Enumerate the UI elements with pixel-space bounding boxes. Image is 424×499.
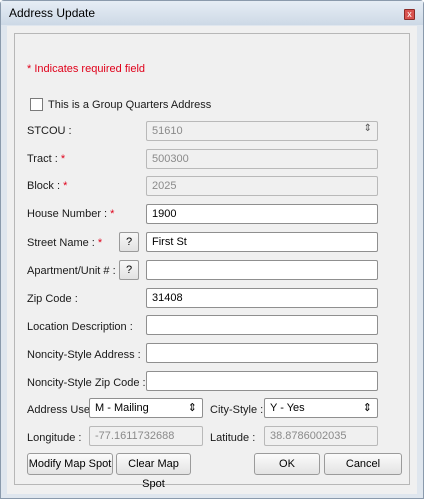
longitude-field: -77.1611732688 — [89, 426, 203, 446]
address-update-dialog: Address Update x * Indicates required fi… — [0, 0, 424, 499]
location-description-label: Location Description : — [27, 321, 133, 333]
latitude-field: 38.8786002035 — [264, 426, 378, 446]
address-use-value: M - Mailing — [95, 402, 149, 414]
cancel-button[interactable]: Cancel — [324, 453, 402, 475]
street-name-label: Street Name : * — [27, 237, 103, 249]
select-arrows-icon: ⇕ — [187, 402, 197, 414]
apartment-help-button[interactable]: ? — [119, 260, 139, 280]
group-quarters-label: This is a Group Quarters Address — [48, 99, 212, 111]
noncity-address-input[interactable] — [146, 343, 378, 363]
noncity-zip-label: Noncity-Style Zip Code : — [27, 377, 146, 389]
tract-label: Tract : * — [27, 153, 66, 165]
apartment-label: Apartment/Unit # : — [27, 265, 116, 277]
stcou-spinner: 51610 ⇕ — [146, 121, 378, 141]
modify-map-spot-button[interactable]: Modify Map Spot — [27, 453, 113, 475]
block-label: Block : * — [27, 180, 68, 192]
tract-field: 500300 — [146, 149, 378, 169]
zip-code-input[interactable]: 31408 — [146, 288, 378, 308]
city-style-select[interactable]: Y - Yes ⇕ — [264, 398, 378, 418]
title-bar[interactable]: Address Update x — [1, 1, 423, 25]
group-quarters-checkbox[interactable] — [30, 98, 43, 111]
stcou-value: 51610 — [152, 125, 183, 137]
block-field: 2025 — [146, 176, 378, 196]
clear-map-spot-button[interactable]: Clear Map Spot — [116, 453, 191, 490]
stcou-label: STCOU : — [27, 125, 72, 137]
zip-code-label: Zip Code : — [27, 293, 78, 305]
house-number-label: House Number : * — [27, 208, 115, 220]
longitude-label: Longitude : — [27, 432, 82, 444]
noncity-zip-input[interactable] — [146, 371, 378, 391]
select-arrows-icon: ⇕ — [362, 402, 372, 414]
city-style-label: City-Style : — [210, 404, 264, 416]
close-icon[interactable]: x — [404, 9, 415, 20]
city-style-value: Y - Yes — [270, 402, 305, 414]
latitude-label: Latitude : — [210, 432, 256, 444]
street-name-help-button[interactable]: ? — [119, 232, 139, 252]
house-number-input[interactable]: 1900 — [146, 204, 378, 224]
apartment-input[interactable] — [146, 260, 378, 280]
location-description-input[interactable] — [146, 315, 378, 335]
spinner-arrows-icon: ⇕ — [363, 123, 372, 134]
ok-button[interactable]: OK — [254, 453, 320, 475]
address-use-label: Address Use: — [27, 404, 94, 416]
required-field-note: * Indicates required field — [27, 63, 146, 75]
address-use-select[interactable]: M - Mailing ⇕ — [89, 398, 203, 418]
noncity-address-label: Noncity-Style Address : — [27, 349, 141, 361]
window-title: Address Update — [9, 6, 96, 20]
street-name-input[interactable]: First St — [146, 232, 378, 252]
